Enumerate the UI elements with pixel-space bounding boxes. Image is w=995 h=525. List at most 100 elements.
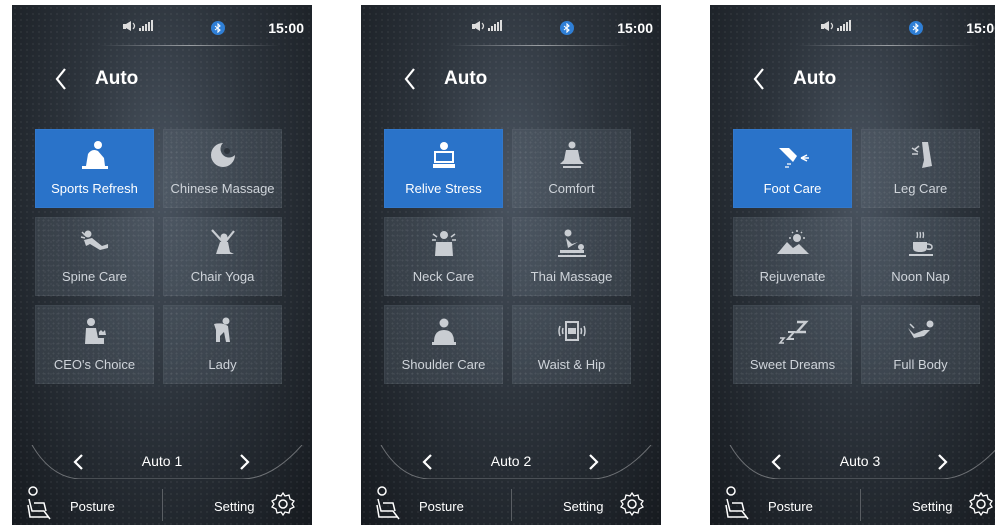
program-pager: Auto 3 [710,445,995,479]
tile-sweet-dreams[interactable]: Sweet Dreams [733,305,852,384]
status-divider [449,45,629,46]
full-body-icon [907,320,933,338]
ceo-choice-icon [84,318,106,344]
back-chevron-icon[interactable] [399,64,421,94]
setting-button[interactable]: Setting [900,481,995,525]
tile-rejuvenate[interactable]: Rejuvenate [733,217,852,296]
clock: 15:00 [617,20,653,36]
footer: Posture Setting [361,481,661,525]
next-program-icon[interactable] [234,450,254,474]
page-title: Auto [95,68,139,89]
auto-screen-3: 15:00 Auto Foot Care Leg Care Rejuvenate… [710,5,995,525]
leg-care-icon [911,142,932,168]
tile-label: Chinese Massage [170,181,275,196]
posture-label: Posture [70,499,115,514]
next-program-icon[interactable] [583,450,603,474]
posture-button[interactable]: Posture [371,481,511,525]
tile-shoulder-care[interactable]: Shoulder Care [384,305,503,384]
posture-chair-icon [725,486,749,520]
tile-label: Rejuvenate [759,269,826,284]
status-bar: 15:00 [12,5,312,46]
next-program-icon[interactable] [932,450,952,474]
tile-label: Thai Massage [530,269,613,284]
tile-label: Full Body [893,357,948,372]
tile-label: Sweet Dreams [749,357,836,372]
pager-label: Auto 3 [839,453,881,469]
spine-care-icon [80,230,108,250]
back-chevron-icon[interactable] [748,64,770,94]
volume-signal-icon [821,20,851,31]
posture-button[interactable]: Posture [22,481,162,525]
tile-relive-stress[interactable]: Relive Stress [384,129,503,208]
tile-label: Spine Care [61,269,128,284]
bluetooth-icon [560,21,574,35]
gear-icon [969,491,993,517]
tile-label: Neck Care [412,269,475,284]
tile-label: Chair Yoga [190,269,255,284]
clock: 15:00 [268,20,304,36]
tile-sports-refresh[interactable]: Sports Refresh [35,129,154,208]
tile-label: Sports Refresh [51,181,138,196]
posture-label: Posture [419,499,464,514]
lady-icon [213,317,230,342]
posture-label: Posture [768,499,813,514]
pager-label: Auto 2 [490,453,532,469]
noon-nap-icon [908,231,933,256]
clock: 15:00 [966,20,995,36]
setting-label: Setting [214,499,255,514]
sweet-dreams-icon [777,320,809,344]
posture-chair-icon [27,486,51,520]
tile-label: Lady [208,357,237,372]
setting-button[interactable]: Setting [551,481,661,525]
tile-label: Foot Care [763,181,822,196]
bluetooth-icon [909,21,923,35]
tile-chinese-massage[interactable]: Chinese Massage [163,129,282,208]
tile-label: Comfort [548,181,595,196]
volume-signal-icon [123,20,153,31]
page-title: Auto [444,68,488,89]
posture-chair-icon [376,486,400,520]
tile-noon-nap[interactable]: Noon Nap [861,217,980,296]
tile-label: Waist & Hip [537,357,606,372]
status-bar: 15:00 [710,5,995,46]
waist-hip-icon [557,321,586,341]
tile-label: Noon Nap [891,269,950,284]
tile-ceo-choice[interactable]: CEO's Choice [35,305,154,384]
posture-button[interactable]: Posture [720,481,860,525]
pager-label: Auto 1 [141,453,183,469]
volume-signal-icon [472,20,502,31]
auto-screen-1: 15:00 Auto Sports Refresh Chinese Massag… [12,5,312,525]
tile-thai-massage[interactable]: Thai Massage [512,217,631,296]
tile-neck-care[interactable]: Neck Care [384,217,503,296]
status-divider [798,45,978,46]
header: Auto [710,60,995,100]
footer-divider [162,489,163,521]
tile-label: CEO's Choice [53,357,136,372]
header: Auto [361,60,661,100]
status-bar: 15:00 [361,5,661,46]
setting-button[interactable]: Setting [202,481,312,525]
tile-full-body[interactable]: Full Body [861,305,980,384]
chinese-massage-icon [210,143,235,167]
relive-stress-icon [432,142,455,168]
footer-divider [860,489,861,521]
tile-label: Leg Care [893,181,948,196]
header: Auto [12,60,312,100]
tile-foot-care[interactable]: Foot Care [733,129,852,208]
tile-comfort[interactable]: Comfort [512,129,631,208]
program-pager: Auto 2 [361,445,661,479]
setting-label: Setting [563,499,604,514]
tile-chair-yoga[interactable]: Chair Yoga [163,217,282,296]
footer: Posture Setting [710,481,995,525]
tile-leg-care[interactable]: Leg Care [861,129,980,208]
tile-label: Shoulder Care [401,357,486,372]
page-title: Auto [793,68,837,89]
rejuvenate-icon [776,230,809,254]
back-chevron-icon[interactable] [50,64,72,94]
status-divider [100,45,280,46]
tile-spine-care[interactable]: Spine Care [35,217,154,296]
neck-care-icon [431,231,456,256]
tile-lady[interactable]: Lady [163,305,282,384]
tile-waist-hip[interactable]: Waist & Hip [512,305,631,384]
auto-screen-2: 15:00 Auto Relive Stress Comfort Neck Ca… [361,5,661,525]
